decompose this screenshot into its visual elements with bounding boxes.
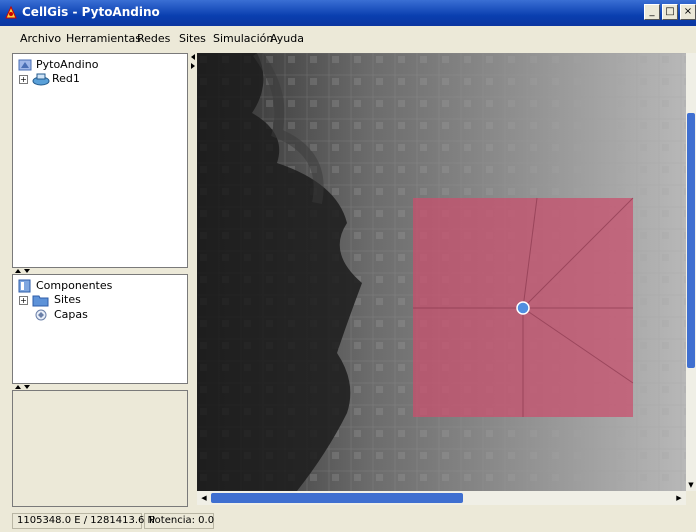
potencia-value: 0.0: [198, 515, 215, 526]
maximize-button[interactable]: □: [662, 4, 678, 20]
menu-ayuda[interactable]: Ayuda: [270, 32, 304, 45]
terrain-map[interactable]: [197, 53, 686, 491]
tree-node-componentes[interactable]: Componentes: [17, 279, 177, 293]
horizontal-scrollbar[interactable]: ◀ ▶: [197, 491, 686, 505]
expand-icon[interactable]: +: [19, 75, 28, 84]
tree-label-red1: Red1: [52, 72, 80, 85]
coordinates-readout: 1105348.0 E / 1281413.6 N: [12, 513, 155, 529]
menu-herramientas[interactable]: Herramientas: [66, 32, 141, 45]
menu-bar: Archivo Herramientas Redes Sites Simulac…: [0, 28, 696, 48]
scroll-left-icon[interactable]: ◀: [199, 493, 209, 503]
window-title: CellGis - PytoAndino: [22, 5, 160, 19]
vertical-splitter[interactable]: [188, 53, 197, 507]
scroll-right-icon[interactable]: ▶: [674, 493, 684, 503]
layers-icon: [35, 309, 47, 321]
network-icon: [32, 73, 50, 86]
vertical-scroll-thumb[interactable]: [687, 113, 695, 368]
menu-sites[interactable]: Sites: [179, 32, 206, 45]
potencia-label: Potencia:: [149, 515, 195, 526]
splitter-arrows-icon[interactable]: [189, 53, 196, 71]
components-icon: [18, 279, 31, 293]
tree-node-project[interactable]: PytoAndino: [17, 58, 177, 72]
tree-label-sites: Sites: [54, 293, 81, 306]
close-button[interactable]: ×: [680, 4, 696, 20]
tree-node-sites[interactable]: + Sites: [19, 293, 179, 307]
app-icon: [5, 6, 17, 19]
components-tree-panel: Componentes + Sites Capas: [12, 274, 188, 384]
tree-label-project: PytoAndino: [36, 58, 99, 71]
folder-icon: [32, 295, 49, 307]
menu-archivo[interactable]: Archivo: [20, 32, 61, 45]
tree-node-red1[interactable]: + Red1: [19, 72, 179, 86]
tree-label-capas: Capas: [54, 308, 88, 321]
title-bar[interactable]: CellGis - PytoAndino _ □ ×: [0, 0, 696, 26]
status-bar: 1105348.0 E / 1281413.6 N Potencia: 0.0: [0, 508, 696, 532]
minimize-button[interactable]: _: [644, 4, 660, 20]
project-icon: [18, 59, 32, 71]
network-tree-panel: PytoAndino + Red1: [12, 53, 188, 268]
tree-node-capas[interactable]: Capas: [19, 308, 179, 322]
menu-simulacion[interactable]: Simulación: [213, 32, 273, 45]
map-view[interactable]: [197, 53, 686, 491]
expand-icon[interactable]: +: [19, 296, 28, 305]
horizontal-scroll-thumb[interactable]: [211, 493, 463, 503]
properties-panel: [12, 390, 188, 507]
tree-label-componentes: Componentes: [36, 279, 113, 292]
potencia-readout: Potencia: 0.0: [144, 513, 214, 529]
menu-redes[interactable]: Redes: [137, 32, 170, 45]
scroll-down-icon[interactable]: ▼: [687, 481, 695, 491]
vertical-scrollbar[interactable]: ▼: [686, 53, 696, 491]
site-marker-icon[interactable]: [516, 301, 530, 315]
